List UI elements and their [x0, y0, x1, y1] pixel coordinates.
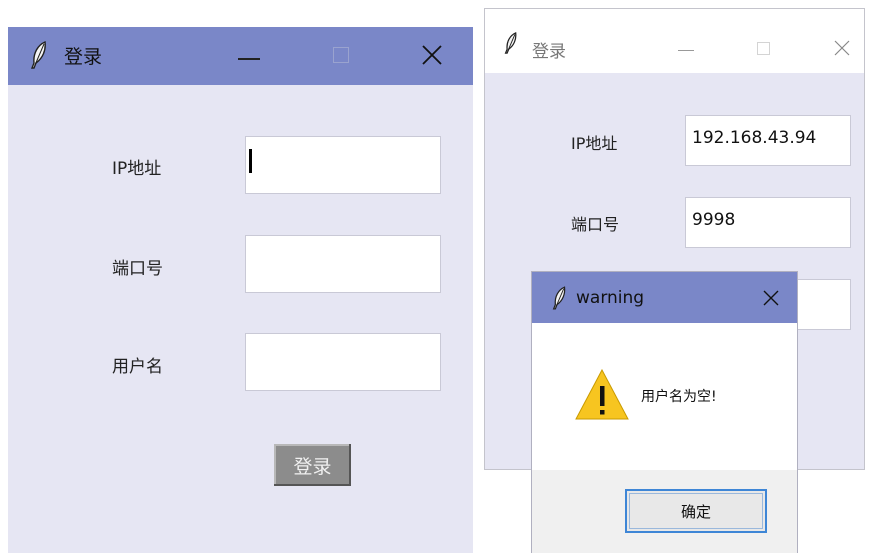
close-icon[interactable]	[833, 39, 851, 57]
maximize-icon[interactable]	[757, 42, 770, 55]
window-title: 登录	[64, 46, 103, 68]
text-cursor	[249, 149, 252, 173]
minimize-icon[interactable]	[238, 58, 260, 60]
warning-message: 用户名为空!	[641, 389, 717, 405]
warning-dialog: warning 用户名为空! 确定	[531, 271, 798, 553]
login-button[interactable]: 登录	[274, 444, 351, 486]
port-label: 端口号	[571, 215, 620, 234]
ip-input[interactable]: 192.168.43.94	[685, 115, 851, 166]
feather-icon	[504, 32, 517, 54]
ok-button[interactable]: 确定	[625, 489, 767, 533]
feather-icon	[30, 41, 46, 69]
ip-label: IP地址	[112, 159, 162, 179]
ip-input[interactable]	[245, 136, 441, 194]
ip-label: IP地址	[571, 134, 618, 153]
port-label: 端口号	[112, 259, 163, 279]
login-window: 登录 IP地址 端口号 用户名 登录	[8, 27, 473, 553]
maximize-icon[interactable]	[333, 47, 349, 63]
warning-icon	[575, 368, 629, 420]
title-bar[interactable]: 登录	[485, 9, 864, 73]
window-title: 登录	[532, 42, 566, 62]
dialog-title: warning	[576, 288, 645, 308]
title-bar[interactable]: 登录	[8, 27, 473, 85]
port-input[interactable]: 9998	[685, 197, 851, 248]
username-label: 用户名	[112, 357, 163, 377]
username-input[interactable]	[245, 333, 441, 391]
close-icon[interactable]	[420, 43, 444, 67]
feather-icon	[552, 286, 566, 310]
title-bar[interactable]: warning	[532, 272, 797, 323]
port-input[interactable]	[245, 235, 441, 293]
close-icon[interactable]	[762, 289, 780, 307]
minimize-icon[interactable]	[678, 50, 694, 51]
